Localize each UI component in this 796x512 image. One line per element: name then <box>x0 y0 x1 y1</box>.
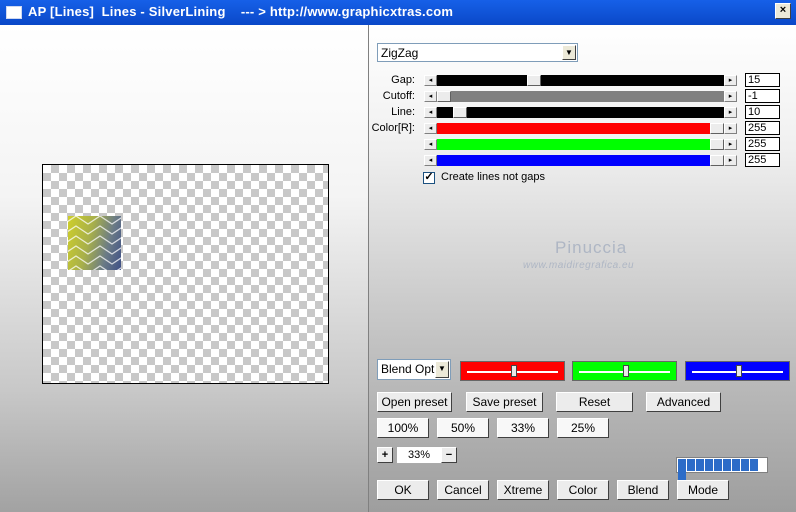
cutoff-label: Cutoff: <box>382 90 415 102</box>
progress-segment <box>732 459 740 471</box>
reset-button[interactable]: Reset <box>556 392 633 412</box>
progress-segment <box>714 459 722 471</box>
zoom-33-button[interactable]: 33% <box>497 418 549 438</box>
slider-thumb[interactable] <box>710 123 724 134</box>
progress-bar <box>676 457 768 483</box>
window-title: AP [Lines] Lines - SilverLining --- > ht… <box>28 4 454 19</box>
zoom-25-button[interactable]: 25% <box>557 418 609 438</box>
slider-thumb[interactable] <box>511 365 517 377</box>
red-blend-slider[interactable] <box>460 361 565 381</box>
preview-panel <box>0 25 369 512</box>
slider-track[interactable] <box>437 91 724 102</box>
arrow-left-icon[interactable]: ◂ <box>424 75 437 86</box>
slider-track[interactable] <box>437 155 724 166</box>
gap-slider[interactable]: ◂ ▸ <box>424 75 737 86</box>
arrow-right-icon[interactable]: ▸ <box>724 139 737 150</box>
blend-options-value: Blend Optio <box>381 362 437 376</box>
line-label: Line: <box>391 106 415 118</box>
arrow-right-icon[interactable]: ▸ <box>724 75 737 86</box>
progress-segment <box>723 459 731 471</box>
zoom-out-button[interactable]: − <box>441 447 457 463</box>
mode-button[interactable]: Mode <box>677 480 729 500</box>
arrow-left-icon[interactable]: ◂ <box>424 123 437 134</box>
zigzag-pattern-icon <box>68 216 121 270</box>
slider-track[interactable] <box>437 107 724 118</box>
arrow-right-icon[interactable]: ▸ <box>724 91 737 102</box>
blend-button[interactable]: Blend <box>617 480 669 500</box>
zoom-50-button[interactable]: 50% <box>437 418 489 438</box>
slider-track[interactable] <box>437 139 724 150</box>
preset-dropdown-value: ZigZag <box>381 46 419 60</box>
arrow-left-icon[interactable]: ◂ <box>424 139 437 150</box>
zoom-level: 33% <box>396 446 442 464</box>
slider-track[interactable] <box>437 123 724 134</box>
slider-thumb[interactable] <box>710 139 724 150</box>
color-r-label: Color[R]: <box>371 122 415 134</box>
open-preset-button[interactable]: Open preset <box>377 392 452 412</box>
create-lines-label: Create lines not gaps <box>441 171 545 183</box>
color-green-value[interactable]: 255 <box>745 137 780 151</box>
progress-segment <box>687 459 695 471</box>
cutoff-value[interactable]: -1 <box>745 89 780 103</box>
slider-thumb[interactable] <box>710 155 724 166</box>
app-window-icon <box>6 6 22 19</box>
progress-segment <box>750 459 758 471</box>
watermark-url: www.maidiregrafica.eu <box>523 260 635 271</box>
color-button[interactable]: Color <box>557 480 609 500</box>
slider-thumb[interactable] <box>736 365 742 377</box>
green-blend-slider[interactable] <box>572 361 677 381</box>
chevron-down-icon[interactable]: ▼ <box>562 45 576 60</box>
preview-zigzag-tile <box>68 216 121 270</box>
color-blue-slider[interactable]: ◂ ▸ <box>424 155 737 166</box>
arrow-right-icon[interactable]: ▸ <box>724 107 737 118</box>
zoom-in-button[interactable]: + <box>377 447 393 463</box>
save-preset-button[interactable]: Save preset <box>466 392 543 412</box>
arrow-left-icon[interactable]: ◂ <box>424 91 437 102</box>
xtreme-button[interactable]: Xtreme <box>497 480 549 500</box>
zoom-100-button[interactable]: 100% <box>377 418 429 438</box>
advanced-button[interactable]: Advanced <box>646 392 721 412</box>
color-red-value[interactable]: 255 <box>745 121 780 135</box>
chevron-down-icon[interactable]: ▼ <box>435 361 449 378</box>
gap-label: Gap: <box>391 74 415 86</box>
title-bar: AP [Lines] Lines - SilverLining --- > ht… <box>0 0 796 25</box>
slider-track[interactable] <box>437 75 724 86</box>
arrow-left-icon[interactable]: ◂ <box>424 107 437 118</box>
arrow-right-icon[interactable]: ▸ <box>724 123 737 134</box>
arrow-left-icon[interactable]: ◂ <box>424 155 437 166</box>
line-slider[interactable]: ◂ ▸ <box>424 107 737 118</box>
blend-options-dropdown[interactable]: Blend Optio ▼ <box>377 359 451 380</box>
progress-segment <box>696 459 704 471</box>
slider-thumb[interactable] <box>527 75 541 86</box>
progress-segment <box>705 459 713 471</box>
slider-thumb[interactable] <box>437 91 451 102</box>
preview-canvas <box>42 164 329 384</box>
color-red-slider[interactable]: ◂ ▸ <box>424 123 737 134</box>
line-value[interactable]: 10 <box>745 105 780 119</box>
slider-thumb[interactable] <box>623 365 629 377</box>
blue-blend-slider[interactable] <box>685 361 790 381</box>
preset-dropdown[interactable]: ZigZag ▼ <box>377 43 578 62</box>
cancel-button[interactable]: Cancel <box>437 480 489 500</box>
ok-button[interactable]: OK <box>377 480 429 500</box>
close-button[interactable]: × <box>775 3 791 19</box>
arrow-right-icon[interactable]: ▸ <box>724 155 737 166</box>
dialog-client: ZigZag ▼ Gap: ◂ ▸ 15 Cutoff: ◂ ▸ -1 Line… <box>0 25 796 512</box>
color-green-slider[interactable]: ◂ ▸ <box>424 139 737 150</box>
watermark-name: Pinuccia <box>555 238 628 257</box>
progress-segment <box>678 459 686 471</box>
slider-thumb[interactable] <box>453 107 467 118</box>
cutoff-slider[interactable]: ◂ ▸ <box>424 91 737 102</box>
color-blue-value[interactable]: 255 <box>745 153 780 167</box>
progress-segment <box>741 459 749 471</box>
gap-value[interactable]: 15 <box>745 73 780 87</box>
create-lines-checkbox[interactable]: ✓ <box>423 172 435 184</box>
